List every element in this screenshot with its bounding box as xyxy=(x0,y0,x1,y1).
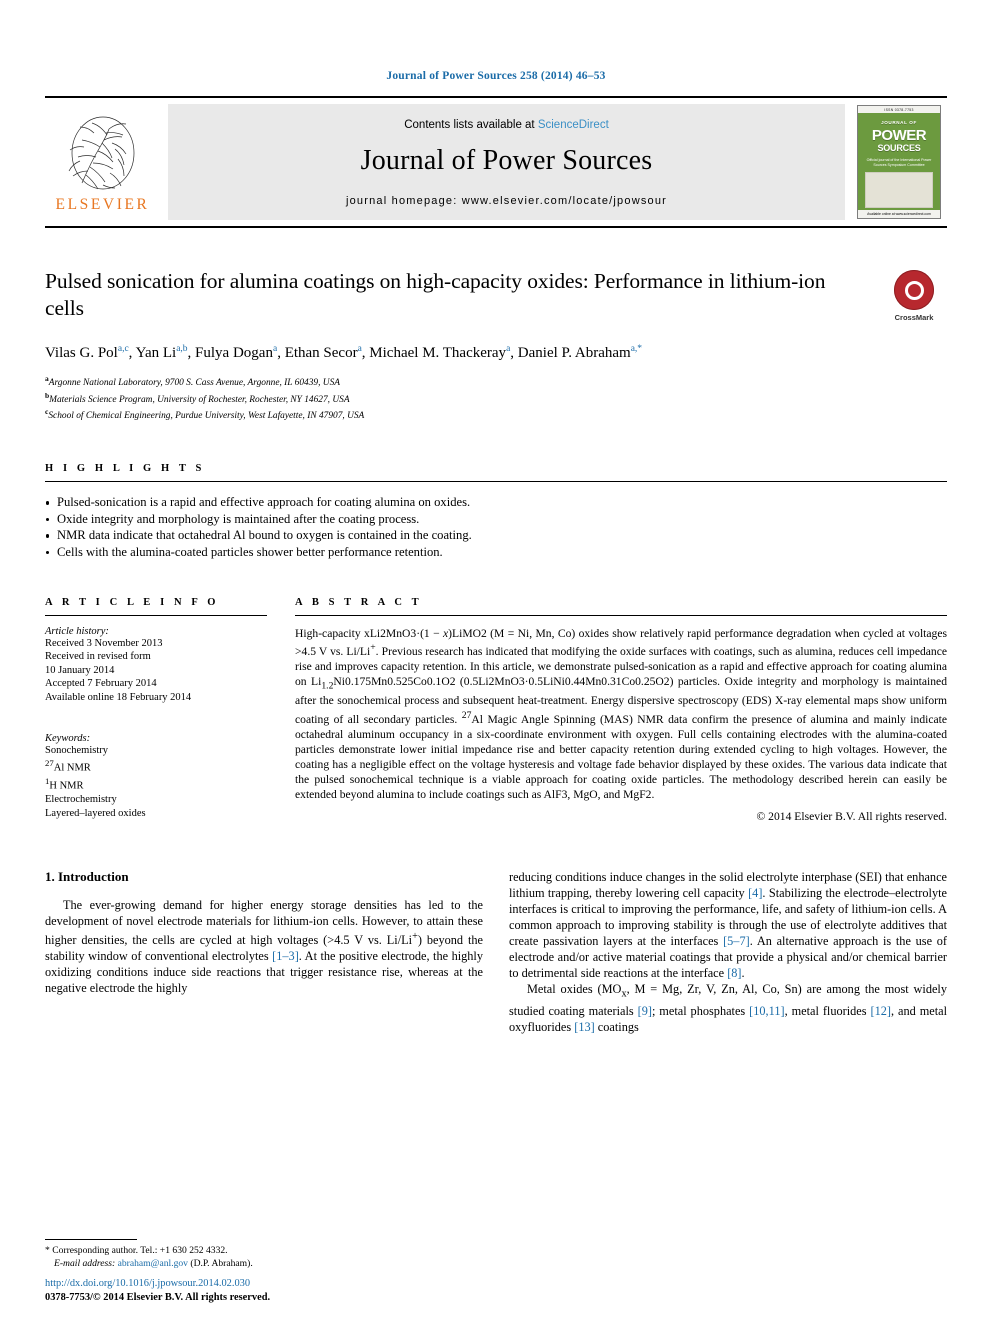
running-head: Journal of Power Sources 258 (2014) 46–5… xyxy=(386,70,606,82)
intro-paragraph-left: The ever-growing demand for higher energ… xyxy=(45,897,484,996)
article-history-title: Article history: xyxy=(45,625,109,637)
section-heading-introduction: 1. Introduction xyxy=(45,868,129,884)
intro-paragraph-right-2: Metal oxides (MOx, M = Mg, Zr, V, Zn, Al… xyxy=(509,982,947,1034)
article-history-line: Received 3 November 2013 xyxy=(45,637,163,649)
article-history-block: Article history: Received 3 November 201… xyxy=(45,626,267,705)
cover-bottom-label: Available online at www.sciencedirect.co… xyxy=(858,210,940,218)
body-columns: 1. Introduction The ever-growing demand … xyxy=(45,869,947,1169)
keyword: 27Al NMR xyxy=(45,758,91,774)
abstract-column: A B S T R A C T High-capacity xLi2MnO3·(… xyxy=(295,597,947,823)
cover-title-line2: POWER xyxy=(871,127,927,144)
article-info-rule xyxy=(45,614,267,616)
abstract-body: High-capacity xLi2MnO3·(1 − x)LiMO2 (M =… xyxy=(295,627,947,803)
keyword: Layered–layered oxides xyxy=(45,807,146,819)
abstract-text: High-capacity xLi2MnO3·(1 − x)LiMO2 (M =… xyxy=(295,626,947,801)
author-name: Daniel P. Abrahama,* xyxy=(517,344,643,361)
author-name: Vilas G. Pola,c xyxy=(45,344,129,361)
journal-title: Journal of Power Sources xyxy=(360,145,653,176)
contents-prefix: Contents lists available at xyxy=(404,119,538,131)
article-history-line: Available online 18 February 2014 xyxy=(45,691,192,703)
masthead-center: Contents lists available at ScienceDirec… xyxy=(168,104,845,220)
highlights-list: Pulsed-sonication is a rapid and effecti… xyxy=(45,494,947,560)
email-suffix: (D.P. Abraham). xyxy=(190,1258,253,1270)
author-affiliation-mark: a xyxy=(357,344,362,354)
affiliation: cSchool of Chemical Engineering, Purdue … xyxy=(45,407,365,422)
corresponding-author-line: * Corresponding author. Tel.: +1 630 252… xyxy=(45,1245,228,1257)
highlight-item: Oxide integrity and morphology is mainta… xyxy=(45,511,947,528)
affiliation-mark: c xyxy=(45,407,49,417)
crossmark-badge[interactable]: CrossMark xyxy=(881,270,947,322)
elsevier-wordmark: ELSEVIER xyxy=(55,195,150,213)
abstract-heading: A B S T R A C T xyxy=(295,596,423,608)
highlights-section: H I G H L I G H T S Pulsed-sonication is… xyxy=(45,463,947,560)
affiliation: aArgonne National Laboratory, 9700 S. Ca… xyxy=(45,374,340,389)
intro-paragraph-right-1: reducing conditions induce changes in th… xyxy=(509,869,947,981)
journal-homepage-link[interactable]: journal homepage: www.elsevier.com/locat… xyxy=(346,195,667,207)
contents-available-line: Contents lists available at ScienceDirec… xyxy=(404,119,609,131)
journal-cover-thumbnail: ISSN 0378-7753 JOURNAL OF POWER SOURCES … xyxy=(851,98,947,226)
author-list: Vilas G. Pola,c, Yan Lia,b, Fulya Dogana… xyxy=(45,344,643,361)
affiliation-mark: b xyxy=(45,390,50,400)
affiliation: bMaterials Science Program, University o… xyxy=(45,390,350,405)
cover-title: JOURNAL OF POWER SOURCES xyxy=(871,116,927,155)
footnote-rule xyxy=(45,1239,137,1241)
article-history-line: Accepted 7 February 2014 xyxy=(45,678,157,690)
corresponding-author-footnote: * Corresponding author. Tel.: +1 630 252… xyxy=(45,1239,485,1271)
cover-illustration xyxy=(865,172,933,208)
page-title: Pulsed sonication for alumina coatings o… xyxy=(45,269,826,320)
elsevier-logo: ELSEVIER xyxy=(45,98,160,226)
keywords-block: Keywords: Sonochemistry 27Al NMR 1H NMR Ele… xyxy=(45,733,267,821)
affiliation-mark: a xyxy=(45,374,49,383)
author-affiliation-mark: a,b xyxy=(176,344,188,354)
body-right-column: reducing conditions induce changes in th… xyxy=(509,869,947,1169)
elsevier-tree-icon xyxy=(68,116,134,189)
author-affiliation-mark: a xyxy=(272,344,278,354)
keywords-title: Keywords: xyxy=(45,732,91,744)
cover-top-label: ISSN 0378-7753 xyxy=(858,106,940,113)
keyword: Electrochemistry xyxy=(45,794,117,806)
author-affiliation-mark: a,c xyxy=(117,344,129,354)
title-block: Pulsed sonication for alumina coatings o… xyxy=(45,268,947,423)
body-left-column: 1. Introduction The ever-growing demand … xyxy=(45,869,483,1169)
keyword: Sonochemistry xyxy=(45,744,108,756)
article-history-line: 10 January 2014 xyxy=(45,664,115,676)
affiliation-list: aArgonne National Laboratory, 9700 S. Ca… xyxy=(45,373,867,423)
cover-title-line3: SOURCES xyxy=(877,143,921,153)
author-affiliation-mark: a xyxy=(506,344,511,354)
info-abstract-section: A R T I C L E I N F O Article history: R… xyxy=(45,597,947,823)
author-name: Fulya Dogana xyxy=(195,344,278,361)
issn-copyright: 0378-7753/© 2014 Elsevier B.V. All right… xyxy=(45,1292,271,1303)
abstract-rule xyxy=(295,614,947,616)
title-author-column: Pulsed sonication for alumina coatings o… xyxy=(45,268,881,423)
highlights-heading: H I G H L I G H T S xyxy=(45,463,205,475)
abstract-copyright: © 2014 Elsevier B.V. All rights reserved… xyxy=(756,809,947,823)
cover-subtitle: Official journal of the International Po… xyxy=(866,158,932,167)
article-history-line: Received in revised form xyxy=(45,651,151,663)
doi-block: http://dx.doi.org/10.1016/j.jpowsour.201… xyxy=(45,1277,525,1305)
doi-link[interactable]: http://dx.doi.org/10.1016/j.jpowsour.201… xyxy=(45,1277,525,1291)
article-history-lines: Received 3 November 2013 Received in revi… xyxy=(45,637,267,705)
cover-art: ISSN 0378-7753 JOURNAL OF POWER SOURCES … xyxy=(857,105,941,219)
article-info-heading: A R T I C L E I N F O xyxy=(45,596,220,608)
highlight-item: NMR data indicate that octahedral Al bou… xyxy=(45,527,947,544)
email-link[interactable]: abraham@anl.gov xyxy=(118,1258,188,1269)
keywords-lines: Sonochemistry 27Al NMR 1H NMR Electrochemis… xyxy=(45,744,267,821)
author-name: Ethan Secora xyxy=(284,344,362,361)
article-page: Journal of Power Sources 258 (2014) 46–5… xyxy=(0,0,992,1323)
journal-masthead: ELSEVIER Contents lists available at Sci… xyxy=(45,96,947,228)
email-line: E-mail address: abraham@anl.gov (D.P. Ab… xyxy=(45,1258,485,1271)
sciencedirect-link[interactable]: ScienceDirect xyxy=(538,119,609,131)
highlight-item: Cells with the alumina-coated particles … xyxy=(45,544,947,561)
author-name: Yan Lia,b xyxy=(135,344,188,361)
author-affiliation-mark: a,* xyxy=(630,344,643,354)
keyword: 1H NMR xyxy=(45,776,84,792)
crossmark-icon xyxy=(894,270,934,310)
article-info-column: A R T I C L E I N F O Article history: R… xyxy=(45,597,295,821)
author-name: Michael M. Thackeraya xyxy=(369,344,511,361)
highlight-item: Pulsed-sonication is a rapid and effecti… xyxy=(45,494,947,511)
crossmark-label: CrossMark xyxy=(894,313,934,322)
email-label: E-mail address: xyxy=(54,1258,116,1270)
highlights-rule xyxy=(45,481,947,483)
